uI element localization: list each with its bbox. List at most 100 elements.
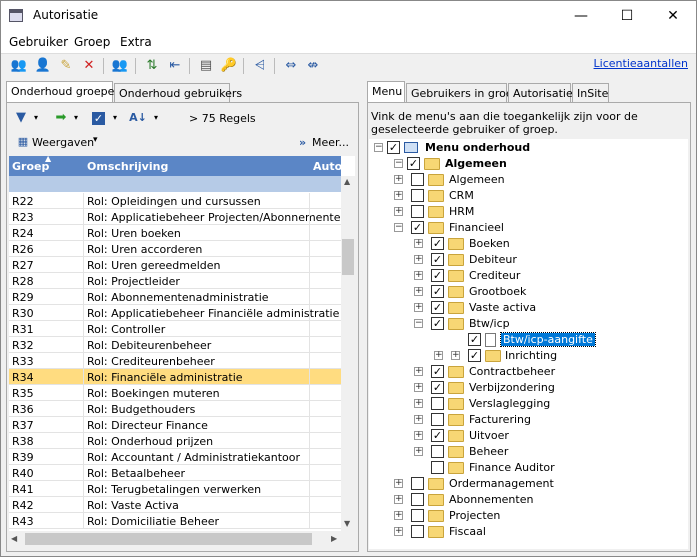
tree-item-label[interactable]: Uitvoer	[469, 429, 509, 442]
table-row[interactable]: R43 Rol: Domiciliatie Beheer	[9, 513, 341, 529]
expand-icon[interactable]: +	[434, 351, 443, 360]
tab-onderhoud-groepen[interactable]: Onderhoud groepen	[6, 81, 121, 103]
table-row[interactable]: R29 Rol: Abonnementenadministratie	[9, 289, 341, 305]
table-row[interactable]: R32 Rol: Debiteurenbeheer	[9, 337, 341, 353]
expand-icon[interactable]: ⇔	[282, 57, 300, 75]
tree-checkbox[interactable]: ✓	[431, 301, 444, 314]
table-row[interactable]: R39 Rol: Accountant / Administratiekantoo…	[9, 449, 341, 465]
tree-item-label[interactable]: Crediteur	[469, 269, 520, 282]
tree-item-label[interactable]: Fiscaal	[449, 525, 486, 538]
scroll-left-icon[interactable]: ◀	[11, 534, 17, 543]
maximize-button[interactable]: ☐	[604, 1, 650, 31]
close-button[interactable]: ✕	[650, 1, 696, 31]
tree-item-label[interactable]: Inrichting	[505, 349, 557, 362]
tree-checkbox[interactable]	[411, 477, 424, 490]
table-row[interactable]: R22 Rol: Opleidingen und cursussen	[9, 193, 341, 209]
table-row[interactable]: R34 Rol: Financiële administratie	[9, 369, 341, 385]
tab-autorisatie[interactable]: Autorisatie	[508, 83, 573, 103]
collapse-icon[interactable]: −	[394, 223, 403, 232]
expand-icon[interactable]: +	[451, 351, 460, 360]
tree-item-label[interactable]: Btw/icp	[469, 317, 510, 330]
scroll-right-icon[interactable]: ▶	[331, 534, 337, 543]
menu-groep[interactable]: Groep	[74, 35, 110, 49]
tree-checkbox[interactable]	[411, 205, 424, 218]
table-row[interactable]: R36 Rol: Budgethouders	[9, 401, 341, 417]
table-row[interactable]: R38 Rol: Onderhoud prijzen	[9, 433, 341, 449]
header-omschrijving[interactable]: Omschrijving	[87, 160, 168, 173]
menu-gebruiker[interactable]: Gebruiker	[9, 35, 68, 49]
table-row[interactable]: R42 Rol: Vaste Activa	[9, 497, 341, 513]
table-row[interactable]: R27 Rol: Uren gereedmelden	[9, 257, 341, 273]
expand-icon[interactable]: +	[394, 479, 403, 488]
tree-item-label[interactable]: Vaste activa	[469, 301, 536, 314]
minimize-button[interactable]: —	[558, 1, 604, 31]
collapse-icon[interactable]: −	[414, 319, 423, 328]
expand-icon[interactable]: +	[414, 303, 423, 312]
tab-insite[interactable]: InSite	[572, 83, 609, 103]
table-row[interactable]: R23 Rol: Applicatiebeheer Projecten/Abonn…	[9, 209, 341, 225]
tree-checkbox[interactable]	[431, 397, 444, 410]
tree-checkbox[interactable]: ✓	[431, 269, 444, 282]
tree-root-label[interactable]: Menu onderhoud	[425, 141, 530, 154]
horizontal-scrollbar[interactable]: ◀ ▶	[9, 531, 355, 547]
tree-item-label[interactable]: Financieel	[449, 221, 504, 234]
expand-icon[interactable]: +	[414, 447, 423, 456]
add-user-icon[interactable]: 👤	[34, 57, 52, 75]
tree-checkbox[interactable]	[411, 189, 424, 202]
table-row[interactable]: R41 Rol: Terugbetalingen verwerken	[9, 481, 341, 497]
expand-icon[interactable]: +	[414, 383, 423, 392]
expand-icon[interactable]: +	[394, 191, 403, 200]
expand-icon[interactable]: +	[414, 415, 423, 424]
tab-gebruikers-in-groep[interactable]: Gebruikers in groep	[406, 83, 520, 103]
table-row[interactable]: R24 Rol: Uren boeken	[9, 225, 341, 241]
scroll-thumb[interactable]	[342, 239, 354, 275]
tree-item-label[interactable]: Facturering	[469, 413, 531, 426]
table-row[interactable]: R30 Rol: Applicatiebeheer Financiële admi…	[9, 305, 341, 321]
tree-checkbox[interactable]: ✓	[431, 365, 444, 378]
expand-icon[interactable]: +	[394, 527, 403, 536]
table-row[interactable]: R28 Rol: Projectleider	[9, 273, 341, 289]
tree-level1-label[interactable]: Algemeen	[445, 157, 507, 170]
tree-checkbox[interactable]: ✓	[468, 349, 481, 362]
menu-extra[interactable]: Extra	[120, 35, 152, 49]
tree-item-label[interactable]: Btw/icp-aangifte	[500, 332, 596, 347]
tree-checkbox[interactable]	[411, 525, 424, 538]
collapse-icon[interactable]: ⇎	[304, 57, 322, 75]
tree-item-label[interactable]: Abonnementen	[449, 493, 533, 506]
tree-checkbox[interactable]: ✓	[431, 253, 444, 266]
apply-dropdown-icon[interactable]: ▾	[67, 109, 85, 127]
tree-item-label[interactable]: Finance Auditor	[469, 461, 555, 474]
tree-checkbox[interactable]	[411, 509, 424, 522]
tree-item-label[interactable]: Beheer	[469, 445, 508, 458]
tree-item-label[interactable]: Debiteur	[469, 253, 517, 266]
tree-item-label[interactable]: Boeken	[469, 237, 510, 250]
views-dropdown-icon[interactable]: ▾	[93, 135, 98, 145]
expand-icon[interactable]: +	[394, 175, 403, 184]
license-link[interactable]: Licentieaantallen	[594, 57, 688, 70]
tree-checkbox[interactable]: ✓	[431, 285, 444, 298]
root-checkbox[interactable]: ✓	[387, 141, 400, 154]
tab-menu[interactable]: Menu	[367, 81, 405, 103]
header-auto[interactable]: Auto	[313, 160, 342, 173]
table-row[interactable]: R33 Rol: Crediteurenbeheer	[9, 353, 341, 369]
expand-icon[interactable]: +	[394, 495, 403, 504]
tree-checkbox[interactable]: ✓	[431, 317, 444, 330]
edit-icon[interactable]: ✎	[57, 57, 75, 75]
table-row[interactable]: R37 Rol: Directeur Finance	[9, 417, 341, 433]
tree-item-label[interactable]: CRM	[449, 189, 474, 202]
filter-dropdown-icon[interactable]: ▾	[27, 109, 45, 127]
table-row[interactable]: R40 Rol: Betaalbeheer	[9, 465, 341, 481]
table-row[interactable]: R35 Rol: Boekingen muteren	[9, 385, 341, 401]
expand-icon[interactable]: +	[414, 367, 423, 376]
export-icon[interactable]: ⇤	[166, 57, 184, 75]
expand-icon[interactable]: +	[414, 239, 423, 248]
tree-checkbox[interactable]	[411, 173, 424, 186]
tree-item-label[interactable]: Ordermanagement	[449, 477, 554, 490]
tree-item-label[interactable]: HRM	[449, 205, 474, 218]
group-users-icon[interactable]: 👥	[111, 57, 129, 75]
tree-item-label[interactable]: Algemeen	[449, 173, 505, 186]
tree-checkbox[interactable]	[431, 461, 444, 474]
tree-checkbox[interactable]	[411, 493, 424, 506]
table-row[interactable]: R31 Rol: Controller	[9, 321, 341, 337]
expand-icon[interactable]: +	[414, 271, 423, 280]
